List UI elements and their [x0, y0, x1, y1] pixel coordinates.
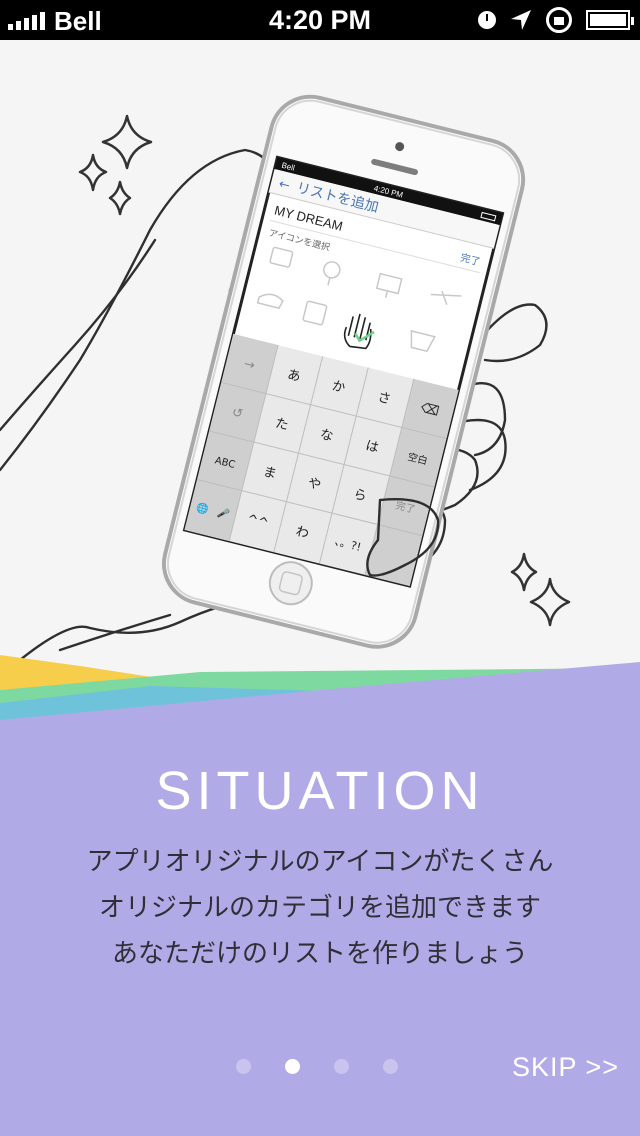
page-dot-2[interactable]: [285, 1059, 300, 1074]
onboarding-description: アプリオリジナルのアイコンがたくさん オリジナルのカテゴリを追加できます あなた…: [0, 838, 640, 976]
description-line: アプリオリジナルのアイコンがたくさん: [86, 846, 554, 876]
phone-device: Bell 4:20 PM ← リストを追加 MY DREAM 完了 アイコンを選…: [161, 94, 526, 649]
status-icons: [478, 6, 634, 34]
clock-icon: [478, 11, 496, 29]
description-line: オリジナルのカテゴリを追加できます: [98, 892, 541, 922]
battery-icon: [586, 10, 634, 30]
location-icon: [511, 10, 531, 30]
onboarding-title: SITUATION: [155, 761, 485, 821]
skip-button[interactable]: SKIP >>: [512, 1052, 619, 1083]
hand-phone-illustration: Bell 4:20 PM ← リストを追加 MY DREAM 完了 アイコンを選…: [0, 94, 571, 660]
rotation-lock-icon: [546, 7, 572, 33]
status-bar: Bell 4:20 PM: [0, 0, 640, 40]
description-line: あなただけのリストを作りましょう: [111, 938, 528, 968]
page-dot-3[interactable]: [334, 1059, 349, 1074]
page-dot-4[interactable]: [383, 1059, 398, 1074]
page-dot-1[interactable]: [236, 1059, 251, 1074]
page-indicator[interactable]: [236, 1059, 398, 1074]
